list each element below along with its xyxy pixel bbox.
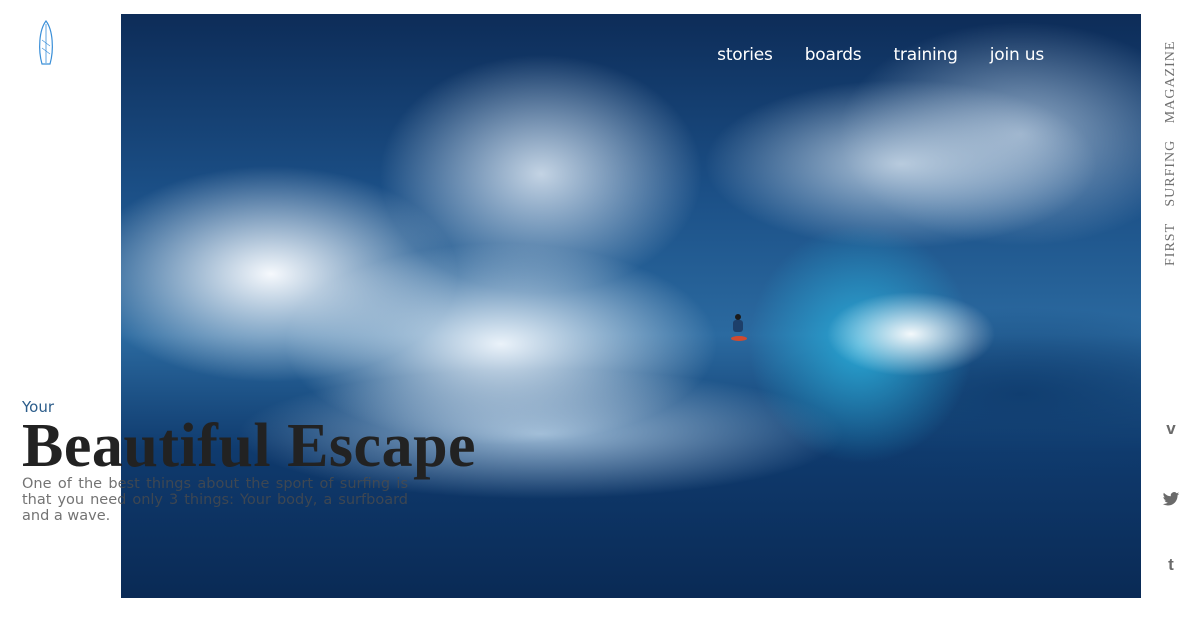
vimeo-icon[interactable]: v (1162, 420, 1180, 438)
main-nav: stories boards training join us (717, 45, 1044, 65)
surfboard-logo-icon[interactable] (36, 20, 56, 66)
hero-text-block: Your Beautiful Escape One of the best th… (22, 398, 492, 524)
tumblr-icon[interactable]: t (1162, 556, 1180, 574)
hero-headline: Beautiful Escape (22, 412, 477, 480)
magazine-tagline: FIRST SURFING MAGAZINE (1163, 40, 1178, 266)
nav-link-join-us[interactable]: join us (990, 45, 1044, 65)
surfer-figure (731, 314, 747, 344)
hero-description: One of the best things about the sport o… (22, 476, 408, 524)
nav-link-boards[interactable]: boards (805, 45, 862, 65)
nav-link-training[interactable]: training (893, 45, 957, 65)
nav-link-stories[interactable]: stories (717, 45, 773, 65)
twitter-icon[interactable] (1162, 490, 1180, 508)
